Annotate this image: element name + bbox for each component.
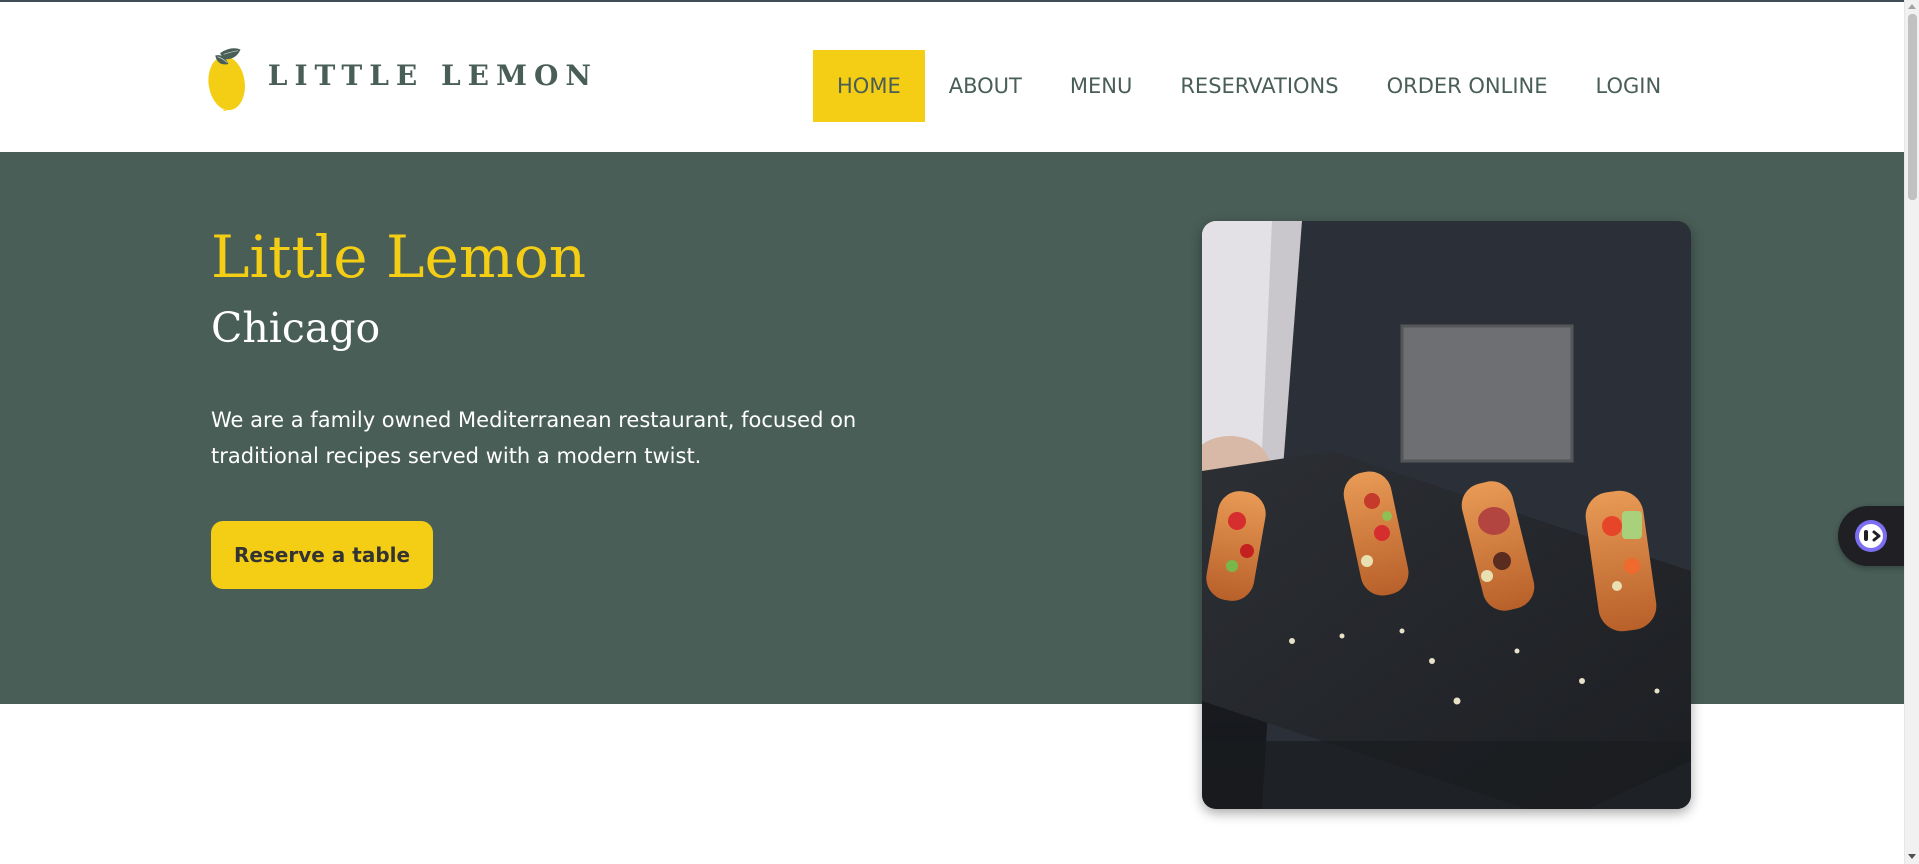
nav-item-login[interactable]: LOGIN <box>1572 50 1686 122</box>
nav-item-order-online[interactable]: ORDER ONLINE <box>1363 50 1572 122</box>
reserve-table-button[interactable]: Reserve a table <box>211 521 433 589</box>
hero-title: Little Lemon <box>211 223 587 291</box>
nav-item-menu[interactable]: MENU <box>1046 50 1156 122</box>
scroll-thumb[interactable] <box>1908 14 1917 200</box>
nav-item-home[interactable]: HOME <box>813 50 925 122</box>
nav-item-about[interactable]: ABOUT <box>925 50 1046 122</box>
logo[interactable]: LITTLE LEMON <box>208 24 598 134</box>
hero-subtitle: Chicago <box>211 304 381 352</box>
page-scrollbar[interactable] <box>1904 0 1919 864</box>
nav-item-reservations[interactable]: RESERVATIONS <box>1156 50 1362 122</box>
scroll-up-arrow-icon[interactable] <box>1908 4 1916 9</box>
assistant-face-icon <box>1855 520 1887 552</box>
hero-description: We are a family owned Mediterranean rest… <box>211 408 857 468</box>
main-nav: HOME ABOUT MENU RESERVATIONS ORDER ONLIN… <box>813 50 1685 122</box>
hero-food-image <box>1202 221 1691 809</box>
food-photo <box>1202 221 1691 809</box>
scroll-down-arrow-icon[interactable] <box>1908 854 1916 859</box>
site-header: LITTLE LEMON HOME ABOUT MENU RESERVATION… <box>0 2 1904 152</box>
logo-text: LITTLE LEMON <box>267 58 598 92</box>
page: LITTLE LEMON HOME ABOUT MENU RESERVATION… <box>0 0 1919 864</box>
lemon-icon <box>208 48 245 111</box>
assistant-widget[interactable] <box>1838 506 1908 566</box>
